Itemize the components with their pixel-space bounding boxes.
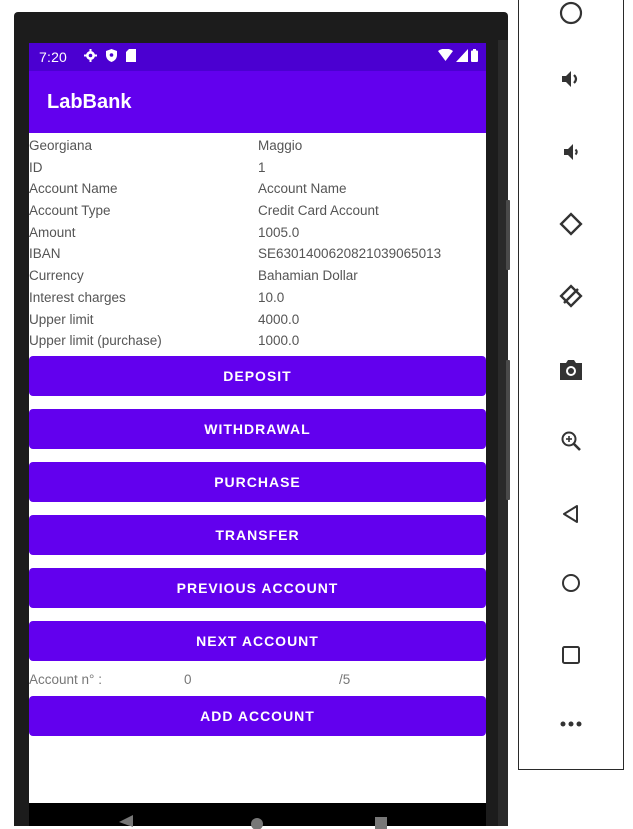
status-time: 7:20 <box>39 49 68 65</box>
emulator-toolbar <box>518 0 624 770</box>
info-label: Interest charges <box>29 289 126 305</box>
info-label: Upper limit <box>29 311 94 327</box>
nav-overview-icon[interactable] <box>375 817 387 829</box>
account-counter-current: 0 <box>184 672 192 687</box>
info-row-currency: Currency Bahamian Dollar <box>29 266 486 288</box>
camera-icon <box>560 360 582 380</box>
info-value: 1000.0 <box>258 333 300 349</box>
back-button[interactable] <box>519 489 623 539</box>
app-bar: LabBank <box>29 71 486 133</box>
more-button[interactable] <box>519 699 623 749</box>
account-counter-total: /5 <box>339 672 351 687</box>
volume-up-button[interactable] <box>519 54 623 104</box>
status-bar: 7:20 <box>29 43 486 71</box>
info-row-name: Georgiana Maggio <box>29 136 486 158</box>
info-row-upper-limit-purchase: Upper limit (purchase) 1000.0 <box>29 331 486 353</box>
info-row-amount: Amount 1005.0 <box>29 223 486 245</box>
info-value: Credit Card Account <box>258 203 379 219</box>
back-icon <box>563 505 578 523</box>
withdrawal-button[interactable]: WITHDRAWAL <box>29 409 486 449</box>
volume-down-icon <box>564 144 578 160</box>
account-counter-label: Account n° : <box>29 672 102 687</box>
info-value: Bahamian Dollar <box>258 268 358 284</box>
screenshot-button[interactable] <box>519 345 623 395</box>
info-label: ID <box>29 159 43 175</box>
system-nav-bar <box>29 803 486 829</box>
home-button[interactable] <box>519 558 623 608</box>
info-label: Currency <box>29 268 84 284</box>
info-row-id: ID 1 <box>29 158 486 180</box>
sd-card-icon <box>126 49 136 62</box>
account-counter: Account n° : 0 /5 <box>29 670 486 692</box>
overview-button[interactable] <box>519 630 623 680</box>
info-label: Account Name <box>29 181 118 197</box>
add-account-button[interactable]: ADD ACCOUNT <box>29 696 486 736</box>
shield-icon <box>106 49 117 62</box>
info-label: Upper limit (purchase) <box>29 333 162 349</box>
info-value: 4000.0 <box>258 311 300 327</box>
device-side-button <box>506 200 510 270</box>
volume-up-icon <box>562 71 578 87</box>
info-label: Amount <box>29 224 76 240</box>
info-row-interest: Interest charges 10.0 <box>29 288 486 310</box>
phone-screen: 7:20 LabBank Georgiana Maggio ID 1 Accou… <box>29 43 486 803</box>
zoom-icon <box>561 431 581 451</box>
power-button[interactable] <box>519 0 623 38</box>
next-account-button[interactable]: NEXT ACCOUNT <box>29 621 486 661</box>
info-value: 1 <box>258 159 266 175</box>
info-label: IBAN <box>29 246 61 262</box>
overview-icon <box>562 646 580 664</box>
first-name-label: Georgiana <box>29 138 93 153</box>
account-details: Georgiana Maggio ID 1 Account Name Accou… <box>29 136 486 353</box>
purchase-button[interactable]: PURCHASE <box>29 462 486 502</box>
device-side-button <box>506 360 510 500</box>
nav-home-icon[interactable] <box>250 817 264 829</box>
info-row-account-name: Account Name Account Name <box>29 179 486 201</box>
deposit-button[interactable]: DEPOSIT <box>29 356 486 396</box>
volume-down-button[interactable] <box>519 127 623 177</box>
home-icon <box>562 574 580 592</box>
info-value: SE6301400620821039065013 <box>258 246 442 262</box>
app-title: LabBank <box>47 91 132 113</box>
info-row-account-type: Account Type Credit Card Account <box>29 201 486 223</box>
info-value: 10.0 <box>258 289 285 305</box>
info-row-iban: IBAN SE6301400620821039065013 <box>29 244 486 266</box>
info-value: Account Name <box>258 181 347 197</box>
rotate-right-icon <box>559 284 583 308</box>
info-row-upper-limit: Upper limit 4000.0 <box>29 310 486 332</box>
info-value: 1005.0 <box>258 224 300 240</box>
wifi-icon <box>438 49 453 61</box>
power-icon <box>559 1 583 25</box>
nav-back-icon[interactable] <box>119 815 133 827</box>
rotate-right-button[interactable] <box>519 271 623 321</box>
more-icon <box>560 721 582 727</box>
previous-account-button[interactable]: PREVIOUS ACCOUNT <box>29 568 486 608</box>
settings-icon <box>84 49 97 62</box>
transfer-button[interactable]: TRANSFER <box>29 515 486 555</box>
last-name-value: Maggio <box>258 138 303 153</box>
rotate-left-button[interactable] <box>519 199 623 249</box>
rotate-left-icon <box>559 212 583 236</box>
info-label: Account Type <box>29 203 111 219</box>
battery-icon <box>471 49 478 62</box>
signal-icon <box>456 49 468 62</box>
zoom-button[interactable] <box>519 416 623 466</box>
